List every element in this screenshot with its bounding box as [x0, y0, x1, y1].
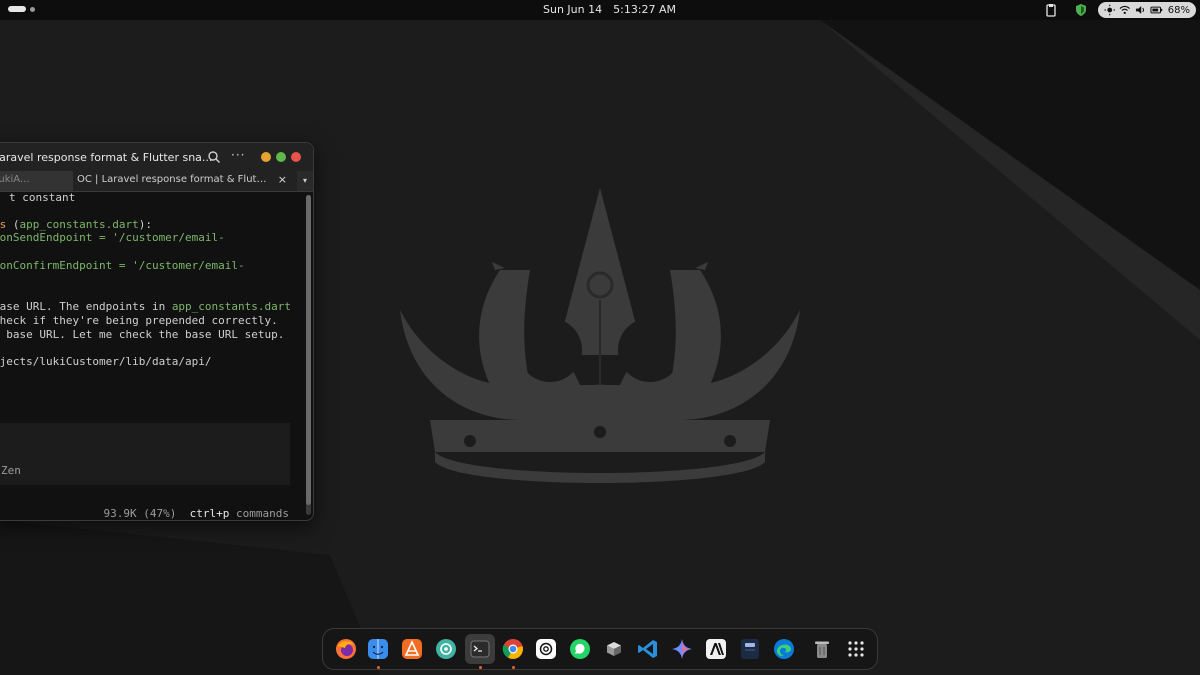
terminal-line: ionConfirmEndpoint = '/customer/email-	[0, 259, 245, 272]
terminal-text: ionConfirmEndpoint = '/customer/email-	[0, 259, 245, 272]
tab-label: LukiA...	[0, 174, 30, 185]
token-usage: 93.9K (47%)	[103, 507, 177, 520]
running-indicator	[377, 666, 380, 669]
dock-item-notes[interactable]	[739, 638, 761, 660]
dock-item-chrome[interactable]	[502, 638, 524, 660]
system-status-menu[interactable]: 68%	[1098, 2, 1196, 18]
tab-close-icon[interactable]: ×	[278, 173, 287, 186]
terminal-line: t constant	[9, 191, 75, 204]
tab-dropdown-icon[interactable]: ▾	[297, 171, 313, 191]
gemini-icon	[672, 639, 692, 659]
terminal-line: a base URL. Let me check the base URL se…	[0, 328, 284, 341]
clipboard-icon[interactable]	[1044, 3, 1058, 17]
battery-percentage: 68%	[1167, 4, 1191, 16]
top-bar: Sun Jun 14 5:13:27 AM 68%	[0, 0, 1200, 20]
maximize-button[interactable]	[276, 152, 286, 162]
whatsapp-icon	[570, 639, 590, 659]
battery-icon	[1150, 6, 1163, 14]
scrollbar[interactable]	[306, 195, 311, 515]
activities-indicator[interactable]	[8, 6, 35, 12]
terminal-window[interactable]: Laravel response format & Flutter sna...…	[0, 142, 314, 521]
shield-icon[interactable]	[1074, 3, 1088, 17]
notes-icon	[741, 639, 759, 659]
dock-item-gemini[interactable]	[671, 638, 693, 660]
close-button[interactable]	[291, 152, 301, 162]
running-indicator	[512, 666, 515, 669]
running-indicator	[479, 666, 482, 669]
dock-item-whatsapp[interactable]	[569, 638, 591, 660]
dock-item-app-grid[interactable]	[845, 638, 867, 660]
terminal-line: ts (app_constants.dart):	[0, 218, 152, 231]
tab-inactive[interactable]: LukiA...	[0, 171, 73, 191]
terminal-text: ionSendEndpoint = '/customer/email-	[0, 231, 225, 244]
input-hint: Zen	[1, 464, 21, 477]
edge-icon	[774, 639, 794, 659]
brightness-icon	[1104, 4, 1115, 16]
chrome-icon	[502, 639, 523, 659]
terminal-titlebar[interactable]: Laravel response format & Flutter sna...…	[0, 143, 313, 171]
minimize-button[interactable]	[261, 152, 271, 162]
chatgpt-teal-icon	[436, 639, 456, 659]
workspace-active-pill	[8, 6, 26, 12]
terminal-text: app_constants.dart	[19, 218, 139, 231]
terminal-text: check if they're being prepended correct…	[0, 314, 278, 327]
dock-item-anthropic[interactable]	[705, 638, 727, 660]
terminal-line: ionSendEndpoint = '/customer/email-	[0, 231, 225, 244]
workspace-dot	[30, 6, 35, 12]
dock-item-edge[interactable]	[773, 638, 795, 660]
window-title: Laravel response format & Flutter sna...	[0, 151, 213, 164]
trash-icon	[815, 641, 829, 658]
dock-item-finder[interactable]	[367, 638, 389, 660]
terminal-line: base URL. The endpoints in app_constants…	[0, 300, 291, 313]
search-icon[interactable]	[207, 150, 221, 164]
anthropic-icon	[706, 639, 726, 659]
terminal-output[interactable]: t constant ts (app_constants.dart):ionSen…	[0, 191, 297, 520]
terminal-text: ojects/lukiCustomer/lib/data/api/	[0, 355, 212, 368]
finder-icon	[368, 639, 388, 659]
terminal-text: ):	[138, 218, 152, 231]
terminal-text: a base URL. Let me check the base URL se…	[0, 328, 285, 341]
firefox-icon	[336, 639, 356, 659]
scrollbar-thumb[interactable]	[306, 195, 311, 505]
volume-icon	[1135, 6, 1144, 14]
dock-item-firefox[interactable]	[335, 638, 357, 660]
dock-item-openai[interactable]	[535, 638, 557, 660]
box-icon	[607, 642, 621, 656]
terminal-text: (	[6, 218, 20, 231]
app-grid-icon	[848, 641, 864, 657]
shortcut-label: commands	[236, 507, 289, 520]
terminal-icon	[470, 640, 490, 658]
menu-icon[interactable]: ···	[231, 148, 245, 162]
clock-time: 5:13:27 AM	[613, 3, 677, 16]
terminal-line: ojects/lukiCustomer/lib/data/api/	[0, 355, 212, 368]
tab-bar: LukiA... OC | Laravel response format & …	[0, 171, 313, 192]
shortcut-key: ctrl+p	[189, 507, 230, 520]
dock	[322, 628, 878, 670]
terminal-line: check if they're being prepended correct…	[0, 314, 278, 327]
dock-item-app-store[interactable]	[401, 638, 423, 660]
app-store-icon	[402, 639, 422, 659]
terminal-text: t constant	[9, 191, 76, 204]
dock-item-terminal[interactable]	[465, 634, 495, 664]
prompt-input[interactable]: Zen	[0, 423, 290, 485]
dock-item-trash[interactable]	[811, 638, 833, 660]
terminal-text: app_constants.dart	[171, 300, 292, 313]
tab-label: OC | Laravel response format & Flutter s…	[77, 174, 267, 185]
dock-item-chatgpt-teal[interactable]	[435, 638, 457, 660]
openai-icon	[536, 639, 556, 659]
dock-item-box[interactable]	[603, 638, 625, 660]
status-line: 93.9K (47%) ctrl+p commands	[64, 494, 289, 520]
dock-item-vscode[interactable]	[637, 638, 659, 660]
clock-date: Sun Jun 14	[543, 3, 603, 16]
terminal-text: base URL. The endpoints in	[0, 300, 172, 313]
clock[interactable]: Sun Jun 14 5:13:27 AM	[543, 3, 676, 16]
tab-active[interactable]: OC | Laravel response format & Flutter s…	[73, 171, 297, 191]
vscode-icon	[638, 640, 657, 658]
wifi-icon	[1120, 5, 1131, 15]
